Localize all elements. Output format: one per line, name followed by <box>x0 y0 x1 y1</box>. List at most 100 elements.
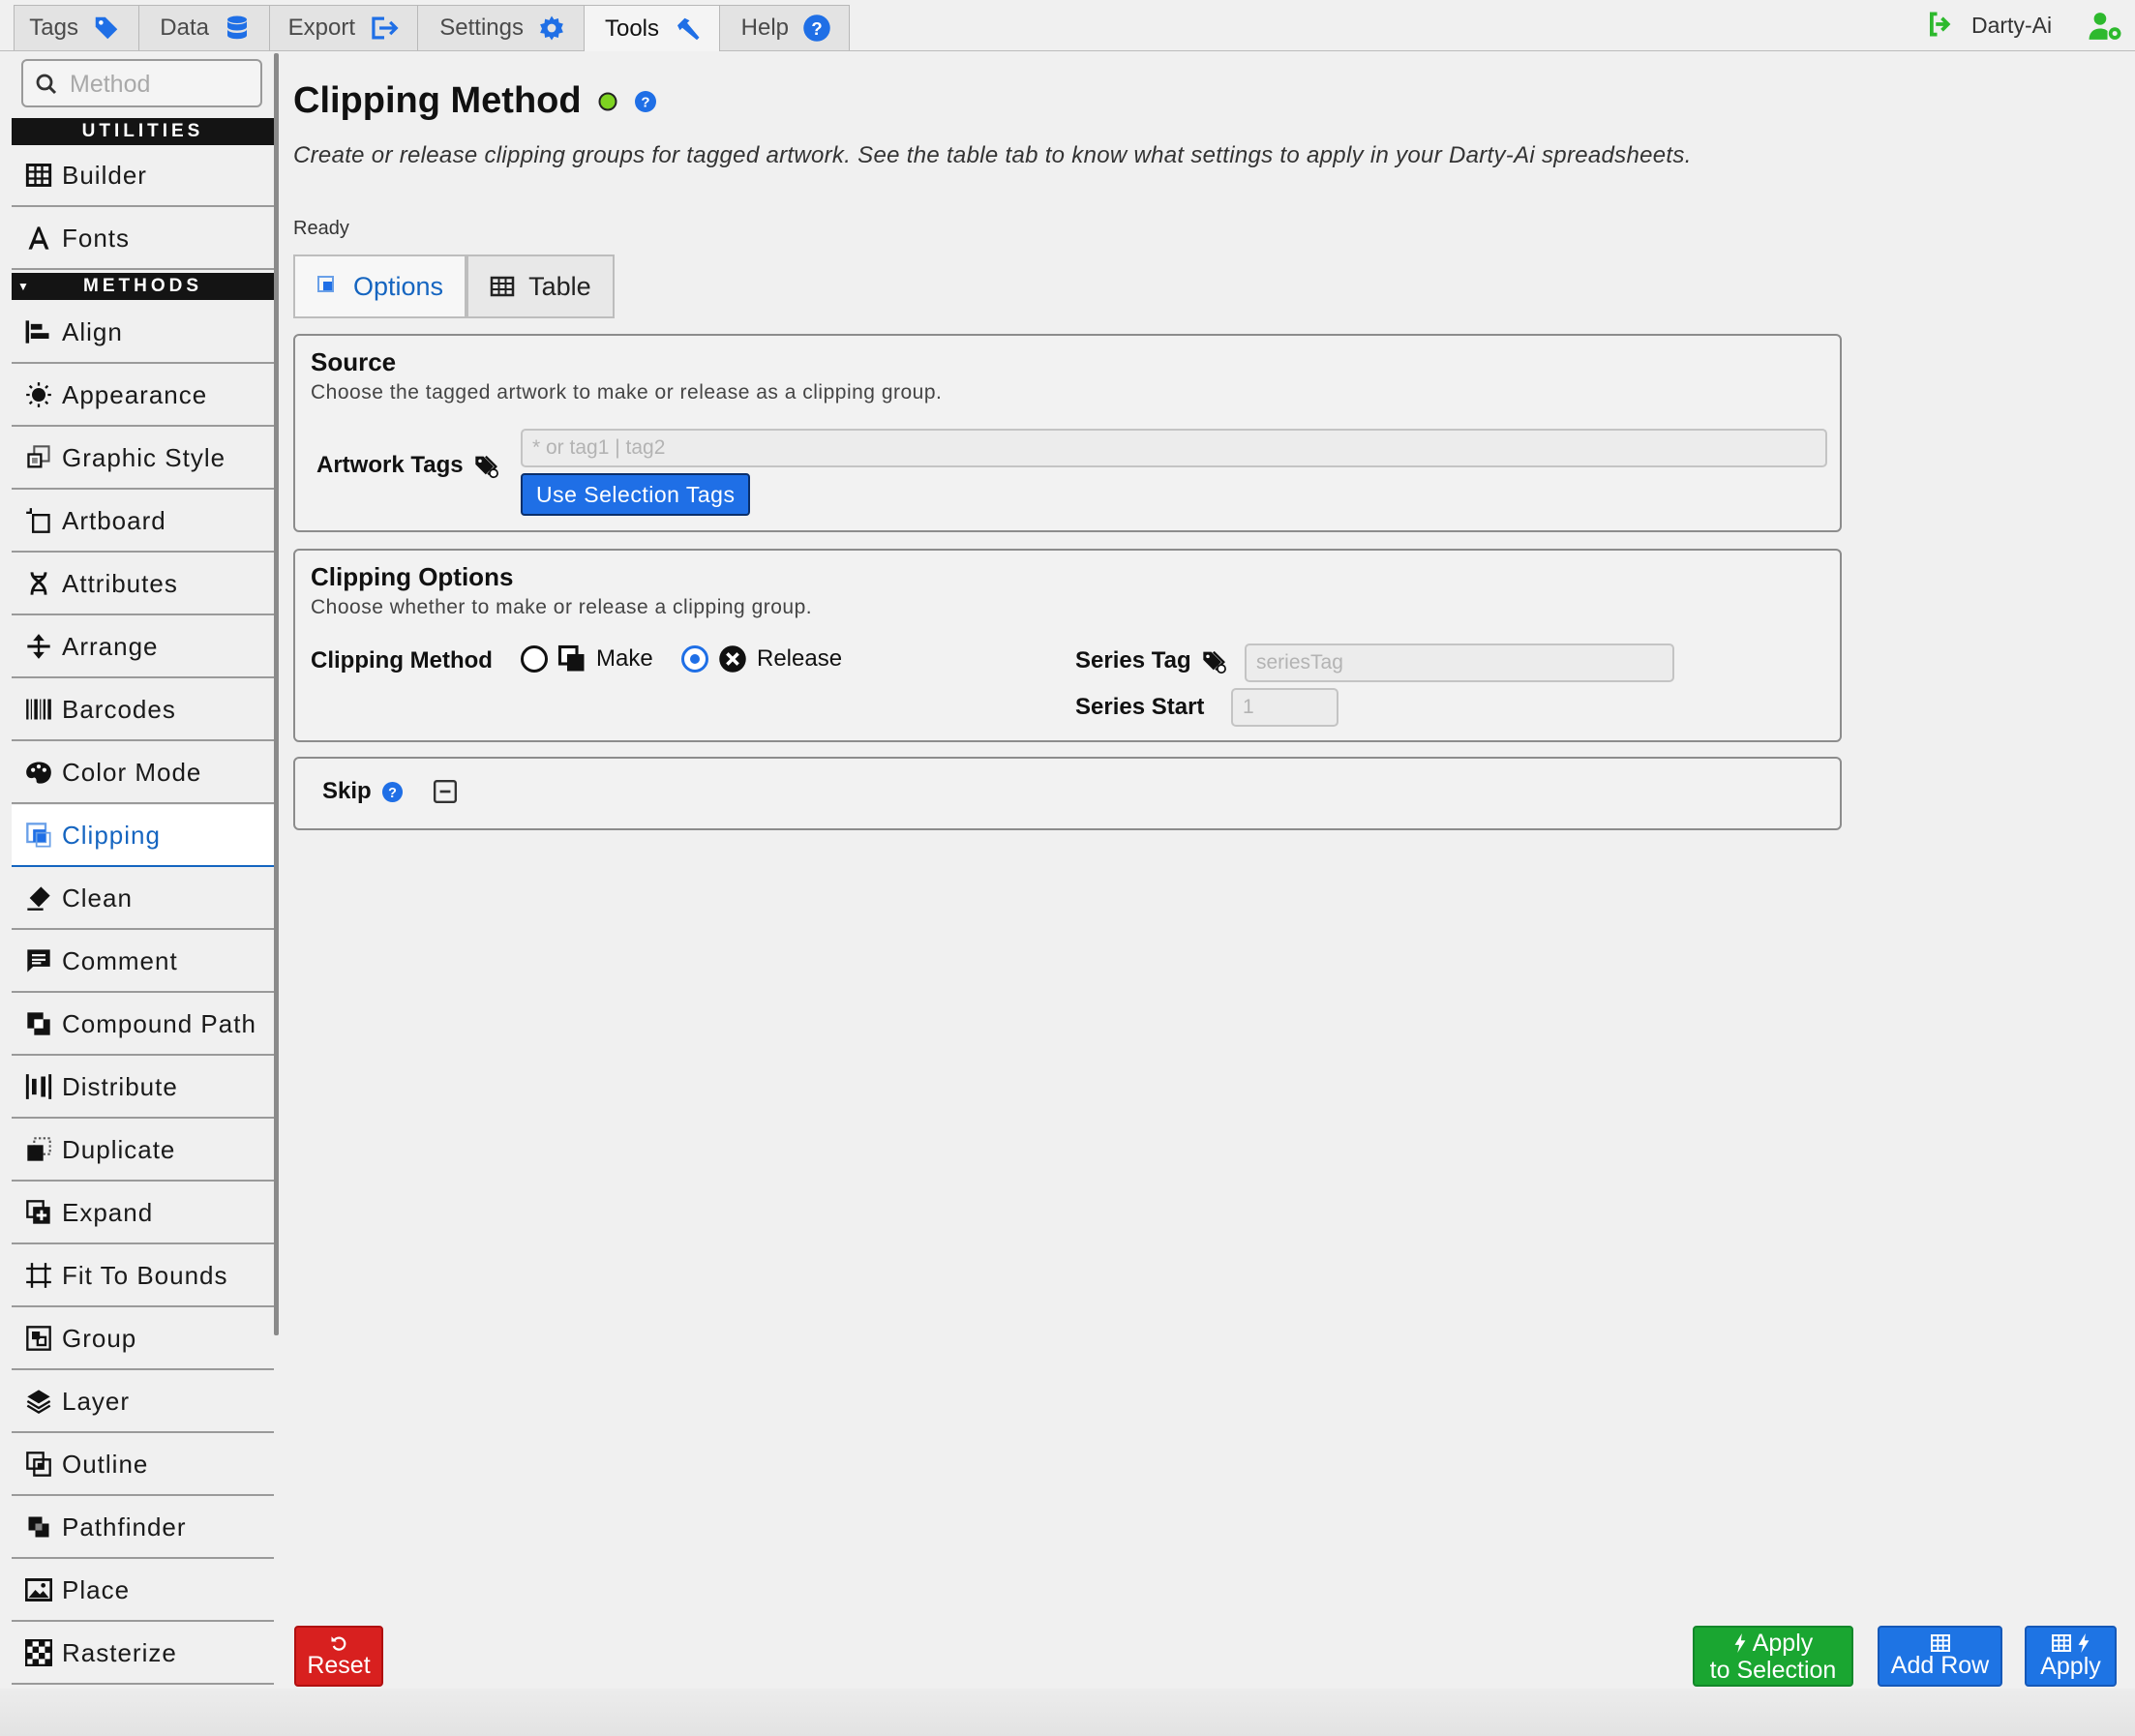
add-row-button[interactable]: Add Row <box>1878 1626 2002 1687</box>
skip-label-group: Skip ? <box>322 778 458 805</box>
sidebar-item-outline[interactable]: Outline <box>12 1434 274 1496</box>
distribute-icon <box>25 1073 52 1100</box>
sidebar-item-expand[interactable]: Expand <box>12 1182 274 1244</box>
artwork-tags-label: Artwork Tags <box>316 452 500 479</box>
make-label: Make <box>596 645 653 672</box>
sidebar-item-graphic-style[interactable]: Graphic Style <box>12 428 274 490</box>
sidebar-item-align[interactable]: Align <box>12 302 274 364</box>
use-selection-tags-button[interactable]: Use Selection Tags <box>521 473 751 516</box>
artboard-icon <box>25 507 52 534</box>
sidebar-item-duplicate[interactable]: Duplicate <box>12 1120 274 1182</box>
sidebar-item-comment[interactable]: Comment <box>12 931 274 993</box>
sidebar-item-color-mode[interactable]: Color Mode <box>12 742 274 804</box>
sidebar-item-label: Builder <box>62 160 147 190</box>
pathfinder-icon <box>25 1513 52 1541</box>
sidebar-item-rasterize[interactable]: Rasterize <box>12 1623 274 1685</box>
clipping-method-label: Clipping Method <box>311 647 493 673</box>
tab-table[interactable]: Table <box>466 254 615 318</box>
logout-icon[interactable] <box>1926 10 1953 39</box>
sidebar-scrollbar[interactable] <box>274 53 279 1335</box>
help-icon[interactable]: ? <box>381 781 404 803</box>
radio-release[interactable] <box>681 645 708 673</box>
help-icon: ? <box>802 14 831 43</box>
sidebar-item-compound-path[interactable]: Compound Path <box>12 994 274 1056</box>
tab-tools-label: Tools <box>604 15 659 42</box>
tab-help-label: Help <box>740 15 789 41</box>
tab-options[interactable]: Options <box>293 254 467 318</box>
utilities-heading: UTILITIES <box>12 118 274 145</box>
clipping-options-panel: Clipping Options Choose whether to make … <box>293 549 1842 742</box>
subtab-bar: Options Table <box>293 254 615 320</box>
make-icon <box>557 644 586 673</box>
help-icon[interactable]: ? <box>634 90 657 113</box>
clipping-icon <box>25 822 52 849</box>
sidebar-item-builder[interactable]: Builder <box>12 145 274 207</box>
radio-make[interactable] <box>521 645 548 673</box>
method-search[interactable] <box>21 59 262 107</box>
tab-tags[interactable]: Tags <box>14 5 139 50</box>
font-icon <box>25 224 52 252</box>
tag-icon <box>473 452 500 479</box>
tab-tags-label: Tags <box>29 15 78 41</box>
svg-text:?: ? <box>388 785 397 800</box>
sidebar-item-label: Comment <box>62 945 178 975</box>
apply-label: Apply <box>2040 1652 2101 1680</box>
reset-label: Reset <box>307 1651 371 1679</box>
sidebar-item-attributes[interactable]: Attributes <box>12 554 274 615</box>
sidebar-item-label: Attributes <box>62 568 178 598</box>
align-icon <box>25 318 52 345</box>
artwork-tags-input[interactable] <box>521 429 1827 467</box>
search-input[interactable] <box>68 67 256 102</box>
apply-button[interactable]: Apply <box>2025 1626 2117 1687</box>
page-title-text: Clipping Method <box>293 80 582 121</box>
sidebar-item-arrange[interactable]: Arrange <box>12 616 274 678</box>
svg-text:?: ? <box>811 18 822 39</box>
collapse-icon[interactable] <box>433 779 458 804</box>
page-title: Clipping Method ? <box>293 80 657 122</box>
lightning-icon <box>2077 1632 2090 1653</box>
sidebar-item-fonts[interactable]: Fonts <box>12 208 274 270</box>
apply-to-selection-button[interactable]: Apply to Selection <box>1693 1626 1853 1687</box>
table-icon <box>2051 1633 2071 1652</box>
sidebar-item-label: Expand <box>62 1197 154 1227</box>
sidebar-item-artboard[interactable]: Artboard <box>12 491 274 553</box>
tab-settings[interactable]: Settings <box>417 5 585 50</box>
sidebar-item-label: Artboard <box>62 505 166 535</box>
source-title: Source <box>311 347 397 376</box>
sidebar-item-label: Fonts <box>62 223 131 253</box>
radio-release-option[interactable]: Release <box>681 644 842 673</box>
sidebar-item-clipping[interactable]: Clipping <box>12 805 274 867</box>
sidebar-item-pathfinder[interactable]: Pathfinder <box>12 1497 274 1559</box>
sidebar-item-label: Graphic Style <box>62 442 226 472</box>
user-name: Darty-Ai <box>1971 13 2053 38</box>
checker-icon <box>25 1639 52 1666</box>
svg-text:?: ? <box>641 94 649 110</box>
tab-options-label: Options <box>353 271 444 301</box>
expand-icon <box>25 1199 52 1226</box>
series-start-label: Series Start <box>1075 694 1205 720</box>
tab-help[interactable]: Help ? <box>719 5 850 50</box>
reset-button[interactable]: Reset <box>294 1626 383 1687</box>
add-row-label: Add Row <box>1890 1651 1990 1679</box>
sidebar-item-group[interactable]: Group <box>12 1308 274 1370</box>
user-settings-icon[interactable] <box>2087 10 2123 43</box>
series-tag-input[interactable] <box>1245 644 1674 682</box>
sidebar-item-clean[interactable]: Clean <box>12 868 274 930</box>
tab-export[interactable]: Export <box>269 5 418 50</box>
tab-tools[interactable]: Tools <box>584 5 720 51</box>
sidebar-item-place[interactable]: Place <box>12 1560 274 1622</box>
clipping-options-title: Clipping Options <box>311 562 514 591</box>
dna-icon <box>25 570 52 597</box>
sidebar-item-appearance[interactable]: Appearance <box>12 365 274 427</box>
sidebar-item-distribute[interactable]: Distribute <box>12 1057 274 1119</box>
tab-data[interactable]: Data <box>138 5 270 50</box>
series-start-input[interactable] <box>1231 688 1338 727</box>
sidebar-item-label: Pathfinder <box>62 1512 187 1541</box>
sidebar-item-barcodes[interactable]: Barcodes <box>12 679 274 741</box>
methods-heading[interactable]: ▼ METHODS <box>12 273 274 300</box>
sidebar-item-label: Rasterize <box>62 1637 177 1667</box>
sidebar-item-layer[interactable]: Layer <box>12 1371 274 1433</box>
hammer-icon <box>673 15 702 44</box>
radio-make-option[interactable]: Make <box>521 644 653 673</box>
sidebar-item-fit-to-bounds[interactable]: Fit To Bounds <box>12 1245 274 1307</box>
